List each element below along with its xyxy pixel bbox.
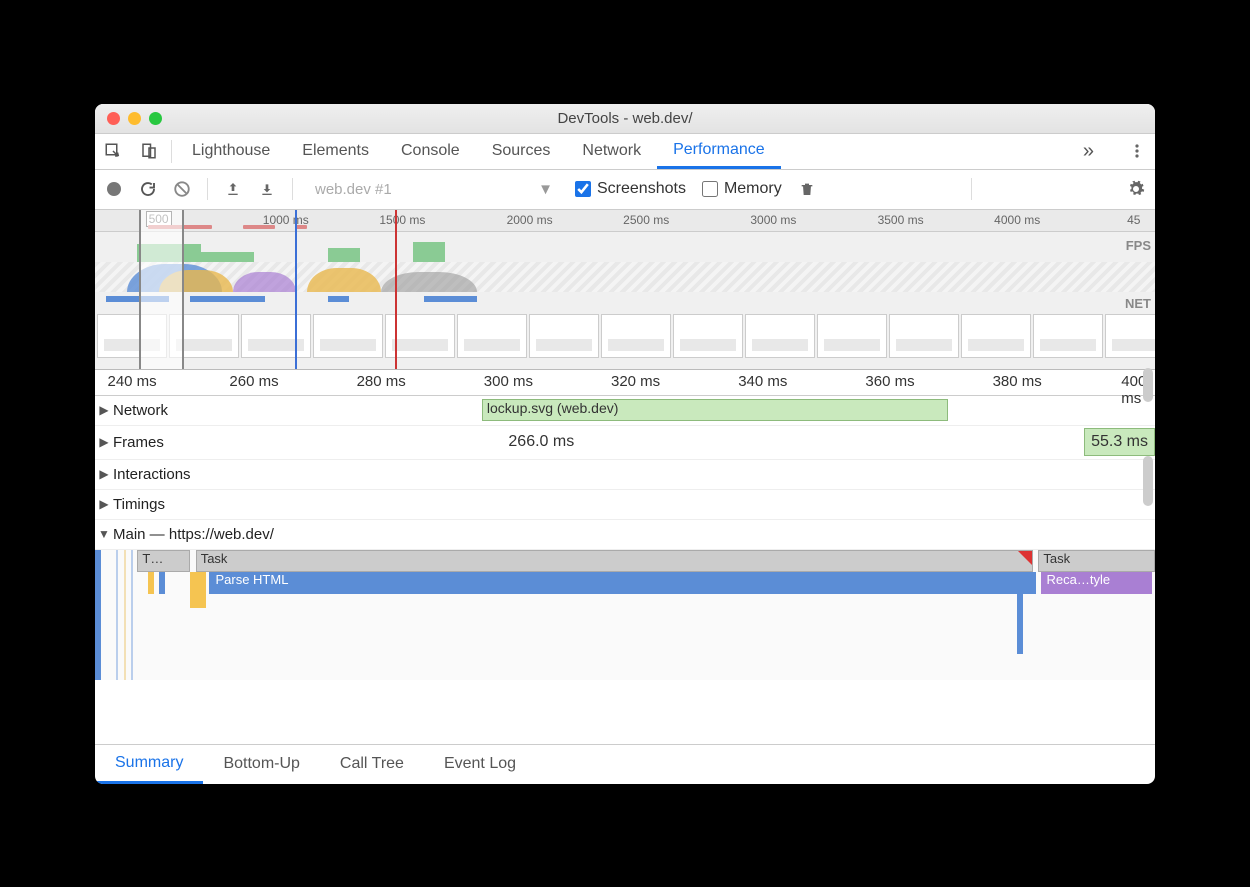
performance-toolbar: web.dev #1 ▼ Screenshots Memory <box>95 170 1155 210</box>
tab-performance[interactable]: Performance <box>657 134 781 169</box>
track-interactions[interactable]: ▶ Interactions <box>95 460 1155 490</box>
reload-icon[interactable] <box>139 180 157 198</box>
profile-name: web.dev #1 <box>315 181 392 198</box>
trash-icon[interactable] <box>798 180 816 198</box>
task-block-short[interactable]: T… <box>137 550 190 572</box>
long-task-indicator-icon <box>1018 551 1032 565</box>
parse-html-block[interactable]: Parse HTML <box>209 572 1036 594</box>
screenshots-checkbox[interactable]: Screenshots <box>575 180 686 198</box>
overview-selection[interactable] <box>139 210 184 369</box>
expand-icon[interactable]: ▶ <box>95 497 113 511</box>
download-icon[interactable] <box>258 180 276 198</box>
expand-icon[interactable]: ▶ <box>95 403 113 417</box>
tab-event-log[interactable]: Event Log <box>424 745 536 784</box>
frame-long[interactable]: 266.0 ms <box>508 428 574 456</box>
overview-strip[interactable]: 500 1000 ms 1500 ms 2000 ms 2500 ms 3000… <box>95 210 1155 370</box>
titlebar: DevTools - web.dev/ <box>95 104 1155 134</box>
expand-icon[interactable]: ▶ <box>95 435 113 449</box>
gear-icon[interactable] <box>1127 180 1145 198</box>
task-block-2[interactable]: Task <box>1038 550 1155 572</box>
detail-ruler[interactable]: 240 ms 260 ms 280 ms 300 ms 320 ms 340 m… <box>95 370 1155 396</box>
screenshot-thumbs[interactable] <box>95 310 1155 362</box>
kebab-menu-icon[interactable] <box>1119 143 1155 159</box>
flame-chart[interactable]: T… Task Task Parse HTML Reca…tyle <box>95 550 1155 680</box>
inspect-element-icon[interactable] <box>95 134 131 169</box>
dropdown-icon: ▼ <box>538 181 553 198</box>
network-item[interactable]: lockup.svg (web.dev) <box>482 399 948 421</box>
upload-icon[interactable] <box>224 180 242 198</box>
playhead-red[interactable] <box>395 210 397 369</box>
devtools-window: DevTools - web.dev/ Lighthouse Elements … <box>95 104 1155 784</box>
tracks-panel: ▶ Network lockup.svg (web.dev) ▶ Frames … <box>95 396 1155 680</box>
tab-summary[interactable]: Summary <box>95 745 203 784</box>
playhead-blue[interactable] <box>295 210 297 369</box>
collapse-icon[interactable]: ▼ <box>95 527 113 541</box>
tab-network[interactable]: Network <box>566 134 657 169</box>
more-tabs-icon[interactable]: » <box>1067 140 1110 163</box>
device-toggle-icon[interactable] <box>131 134 167 169</box>
window-title: DevTools - web.dev/ <box>95 110 1155 127</box>
devtools-tabbar: Lighthouse Elements Console Sources Netw… <box>95 134 1155 170</box>
task-block-long[interactable]: Task <box>196 550 1033 572</box>
record-icon[interactable] <box>105 180 123 198</box>
profile-selector[interactable]: web.dev #1 ▼ <box>309 181 559 198</box>
overview-ruler[interactable]: 500 1000 ms 1500 ms 2000 ms 2500 ms 3000… <box>95 210 1155 232</box>
tab-lighthouse[interactable]: Lighthouse <box>176 134 286 169</box>
track-network[interactable]: ▶ Network lockup.svg (web.dev) <box>95 396 1155 426</box>
tab-sources[interactable]: Sources <box>476 134 567 169</box>
details-tabbar: Summary Bottom-Up Call Tree Event Log <box>95 744 1155 784</box>
track-frames[interactable]: ▶ Frames 266.0 ms 55.3 ms <box>95 426 1155 460</box>
frame-short[interactable]: 55.3 ms <box>1084 428 1155 456</box>
tab-console[interactable]: Console <box>385 134 476 169</box>
track-main[interactable]: ▼ Main — https://web.dev/ <box>95 520 1155 550</box>
clear-icon[interactable] <box>173 180 191 198</box>
tab-bottom-up[interactable]: Bottom-Up <box>203 745 319 784</box>
expand-icon[interactable]: ▶ <box>95 467 113 481</box>
memory-checkbox[interactable]: Memory <box>702 180 782 198</box>
recalc-style-block[interactable]: Reca…tyle <box>1041 572 1152 594</box>
tab-elements[interactable]: Elements <box>286 134 385 169</box>
tab-call-tree[interactable]: Call Tree <box>320 745 424 784</box>
track-timings[interactable]: ▶ Timings <box>95 490 1155 520</box>
